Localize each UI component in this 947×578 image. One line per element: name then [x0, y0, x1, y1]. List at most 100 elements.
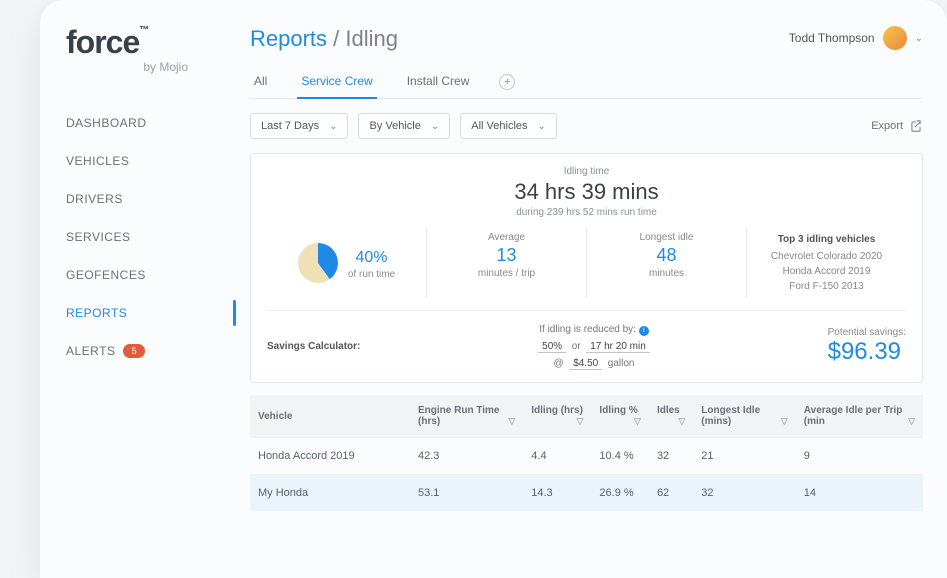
savings-reduce-time-input[interactable]: 17 hr 20 min — [586, 341, 650, 353]
summary-average-label: Average — [488, 232, 525, 243]
savings-or: or — [572, 341, 581, 352]
breadcrumb-current: Idling — [345, 26, 398, 51]
filter-vehicles[interactable]: All Vehicles ⌄ — [460, 113, 557, 139]
table-row[interactable]: My Honda53.114.326.9 %623214 — [250, 475, 923, 512]
user-menu[interactable]: Todd Thompson ⌄ — [789, 26, 923, 50]
table-cell: 32 — [693, 475, 796, 512]
table-cell: 4.4 — [523, 438, 591, 475]
summary-top-label: Top 3 idling vehicles — [757, 232, 896, 247]
column-header[interactable]: Idling (hrs)▽ — [523, 395, 591, 438]
summary-top-vehicles: Top 3 idling vehicles Chevrolet Colorado… — [746, 228, 906, 298]
column-label: Longest Idle (mins) — [701, 405, 760, 427]
breadcrumb-sep: / — [333, 26, 339, 51]
table-cell: Honda Accord 2019 — [250, 438, 410, 475]
filter-icon[interactable]: ▽ — [781, 416, 788, 427]
column-header[interactable]: Idling %▽ — [591, 395, 649, 438]
chevron-down-icon: ⌄ — [431, 121, 439, 132]
filter-group-by[interactable]: By Vehicle ⌄ — [358, 113, 450, 139]
tab-all[interactable]: All — [250, 66, 271, 98]
table-cell: 14 — [796, 475, 923, 512]
table-cell: 10.4 % — [591, 438, 649, 475]
savings-at: @ — [553, 358, 563, 369]
sidebar-nav: DASHBOARD VEHICLES DRIVERS SERVICES GEOFENCE… — [66, 104, 236, 370]
add-tab-button[interactable]: + — [499, 74, 515, 90]
savings-potential-value: $96.39 — [828, 338, 906, 366]
summary-label: Idling time — [267, 166, 906, 177]
export-button[interactable]: Export — [871, 119, 923, 133]
sidebar-item-services[interactable]: SERVICES — [66, 218, 236, 256]
summary-pct-suffix: of run time — [348, 269, 395, 280]
savings-potential: Potential savings: $96.39 — [828, 327, 906, 366]
filter-date-range-label: Last 7 Days — [261, 120, 319, 132]
table-cell: 26.9 % — [591, 475, 649, 512]
sidebar-item-label: VEHICLES — [66, 154, 129, 168]
filter-group-by-label: By Vehicle — [369, 120, 420, 132]
savings-calculator: Savings Calculator: If idling is reduced… — [267, 310, 906, 372]
brand-name: force — [66, 24, 139, 60]
savings-price-unit: gallon — [608, 358, 635, 369]
table-cell: 62 — [649, 475, 693, 512]
sidebar-item-label: GEOFENCES — [66, 268, 146, 282]
chevron-down-icon: ⌄ — [915, 33, 923, 44]
brand-byline: by Mojio — [66, 60, 236, 74]
sidebar-item-label: SERVICES — [66, 230, 130, 244]
column-header[interactable]: Idles▽ — [649, 395, 693, 438]
sidebar-item-geofences[interactable]: GEOFENCES — [66, 256, 236, 294]
summary-average-value: 13 — [437, 245, 576, 266]
table-cell: 14.3 — [523, 475, 591, 512]
tab-service-crew[interactable]: Service Crew — [297, 66, 376, 98]
savings-price-input[interactable]: $4.50 — [569, 358, 602, 370]
sidebar-item-reports[interactable]: REPORTS — [66, 294, 236, 332]
column-label: Average Idle per Trip (min — [804, 405, 903, 427]
sidebar-item-dashboard[interactable]: DASHBOARD — [66, 104, 236, 142]
summary-longest-label: Longest idle — [640, 232, 694, 243]
filter-vehicles-label: All Vehicles — [471, 120, 527, 132]
alerts-badge: 5 — [123, 344, 145, 358]
sidebar-item-drivers[interactable]: DRIVERS — [66, 180, 236, 218]
info-icon[interactable]: i — [639, 326, 649, 336]
table-cell: 42.3 — [410, 438, 523, 475]
filter-icon[interactable]: ▽ — [634, 416, 641, 427]
idling-summary-card: Idling time 34 hrs 39 mins during 239 hr… — [250, 153, 923, 383]
column-header[interactable]: Vehicle — [250, 395, 410, 438]
column-label: Vehicle — [258, 411, 292, 422]
column-header[interactable]: Average Idle per Trip (min ▽ — [796, 395, 923, 438]
top-vehicle-3: Ford F-150 2013 — [757, 279, 896, 294]
summary-longest: Longest idle 48 minutes — [586, 228, 746, 298]
tab-install-crew[interactable]: Install Crew — [403, 66, 474, 98]
top-vehicle-1: Chevrolet Colorado 2020 — [757, 249, 896, 264]
sidebar-item-vehicles[interactable]: VEHICLES — [66, 142, 236, 180]
column-label: Idling % — [599, 405, 637, 416]
top-vehicle-2: Honda Accord 2019 — [757, 264, 896, 279]
pie-chart-icon — [298, 243, 338, 283]
table-cell: 21 — [693, 438, 796, 475]
table-cell: 32 — [649, 438, 693, 475]
table-cell: 53.1 — [410, 475, 523, 512]
table-row[interactable]: Honda Accord 201942.34.410.4 %32219 — [250, 438, 923, 475]
breadcrumb-root[interactable]: Reports — [250, 26, 327, 51]
sidebar-item-label: REPORTS — [66, 306, 127, 320]
filter-icon[interactable]: ▽ — [908, 416, 915, 427]
chevron-down-icon: ⌄ — [329, 121, 337, 132]
brand-logo: force™ by Mojio — [66, 26, 236, 74]
savings-reduce-pct-input[interactable]: 50% — [538, 341, 566, 353]
filter-icon[interactable]: ▽ — [577, 416, 584, 427]
summary-runtime-share: 40% of run time — [267, 228, 426, 298]
column-label: Idling (hrs) — [531, 405, 583, 416]
export-icon — [909, 119, 923, 133]
filter-date-range[interactable]: Last 7 Days ⌄ — [250, 113, 348, 139]
report-tabs: All Service Crew Install Crew + — [250, 66, 923, 99]
summary-pct: 40% — [348, 249, 395, 267]
summary-average-unit: minutes / trip — [478, 268, 535, 279]
chevron-down-icon: ⌄ — [538, 121, 546, 132]
avatar — [883, 26, 907, 50]
filter-icon[interactable]: ▽ — [678, 416, 685, 427]
savings-reduced-label: If idling is reduced by: — [539, 324, 636, 335]
column-header[interactable]: Longest Idle (mins) ▽ — [693, 395, 796, 438]
export-label: Export — [871, 120, 903, 132]
sidebar-item-alerts[interactable]: ALERTS5 — [66, 332, 236, 370]
column-header[interactable]: Engine Run Time (hrs) ▽ — [410, 395, 523, 438]
column-label: Engine Run Time (hrs) — [418, 405, 500, 427]
table-cell: My Honda — [250, 475, 410, 512]
filter-icon[interactable]: ▽ — [508, 416, 515, 427]
